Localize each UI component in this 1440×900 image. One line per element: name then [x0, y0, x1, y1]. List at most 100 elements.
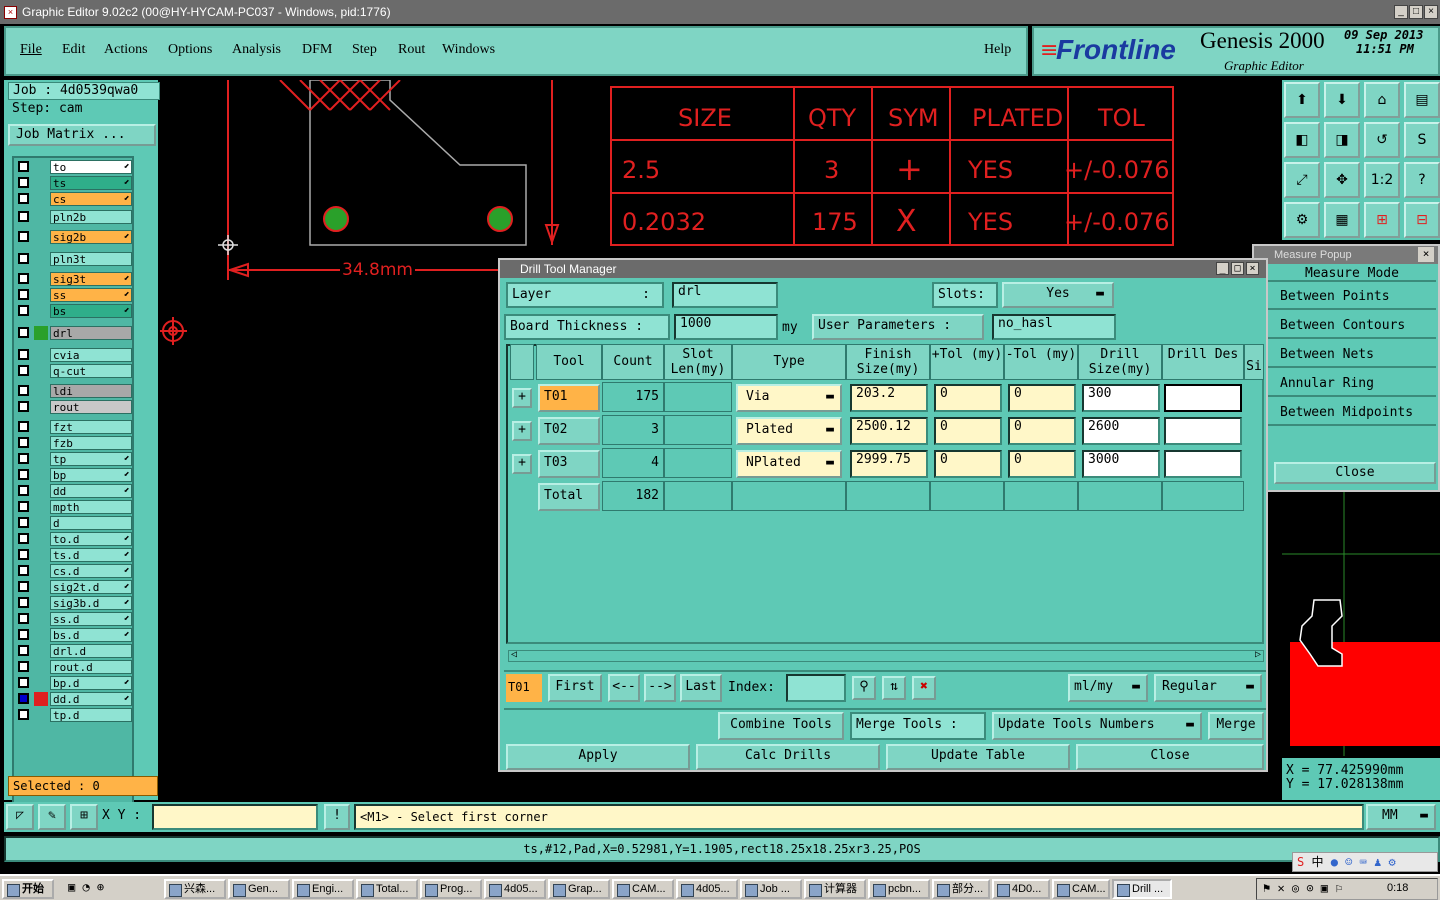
layer-checkbox[interactable]: [18, 549, 29, 560]
ime-chinese-mode[interactable]: 中: [1311, 855, 1323, 869]
layer-checkbox[interactable]: [18, 533, 29, 544]
layer-checkbox[interactable]: [18, 517, 29, 528]
layer-checkbox[interactable]: [18, 253, 29, 264]
layer-row[interactable]: fzt: [16, 420, 134, 434]
layer-checkbox[interactable]: [18, 193, 29, 204]
task-button[interactable]: CAM...: [1052, 879, 1110, 899]
plus-tol-input[interactable]: 0: [934, 417, 1002, 445]
start-button[interactable]: 开始: [2, 879, 54, 899]
layer-name[interactable]: fzt: [50, 420, 132, 434]
grid-icon[interactable]: ▦: [1324, 202, 1360, 238]
layer-row[interactable]: cvia: [16, 348, 134, 362]
draw-icon[interactable]: ✎: [38, 804, 66, 830]
total-button[interactable]: Total: [538, 483, 600, 511]
fit-window-icon[interactable]: ⤢: [1284, 162, 1320, 198]
layer-row[interactable]: ts.d ⬋: [16, 548, 134, 562]
pan-right-icon[interactable]: ◨: [1324, 122, 1360, 158]
measure-between-nets[interactable]: Between Nets: [1268, 342, 1436, 368]
expand-row-icon[interactable]: +: [512, 388, 532, 408]
units-mm-dropdown[interactable]: MM ▬: [1366, 804, 1436, 830]
update-table-button[interactable]: Update Table: [886, 744, 1070, 770]
layer-checkbox[interactable]: [18, 161, 29, 172]
drill-des-input[interactable]: [1164, 450, 1242, 478]
swap-icon[interactable]: ⇅: [882, 676, 906, 700]
layer-checkbox[interactable]: [18, 677, 29, 688]
help-icon[interactable]: ?: [1404, 162, 1440, 198]
layer-name[interactable]: d: [50, 516, 132, 530]
menu-dfm[interactable]: DFM: [302, 42, 332, 58]
layer-row[interactable]: sig2b ⬋: [16, 230, 134, 244]
layer-checkbox[interactable]: [18, 177, 29, 188]
layer-row[interactable]: fzb: [16, 436, 134, 450]
layer-checkbox[interactable]: [18, 645, 29, 656]
task-button[interactable]: 4d05...: [484, 879, 546, 899]
layer-name[interactable]: pln2b: [50, 210, 132, 224]
prev-button[interactable]: <--: [608, 674, 640, 702]
measure-close-button[interactable]: Close: [1274, 462, 1436, 484]
delete-icon[interactable]: ✖: [912, 676, 936, 700]
horizontal-scrollbar[interactable]: ◁ ▷: [508, 649, 1264, 662]
task-button[interactable]: 4d05...: [676, 879, 738, 899]
layer-row[interactable]: tp.d: [16, 708, 134, 722]
job-matrix-button[interactable]: Job Matrix ...: [8, 124, 156, 146]
layer-name[interactable]: dd.d: [50, 692, 132, 706]
layer-row[interactable]: sig3b.d ⬋: [16, 596, 134, 610]
units-dropdown[interactable]: ml/my ▬: [1068, 674, 1148, 702]
layer-checkbox[interactable]: [18, 453, 29, 464]
task-button[interactable]: 计算器: [804, 879, 866, 899]
scale-1-2-icon[interactable]: 1:2: [1364, 162, 1400, 198]
pan-left-icon[interactable]: ◧: [1284, 122, 1320, 158]
task-button[interactable]: Total...: [356, 879, 418, 899]
layer-checkbox[interactable]: [18, 289, 29, 300]
layer-row[interactable]: ss.d ⬋: [16, 612, 134, 626]
type-dropdown[interactable]: Plated ▬: [736, 417, 842, 445]
layer-name[interactable]: sig2t.d: [50, 580, 132, 594]
layer-row[interactable]: sig2t.d ⬋: [16, 580, 134, 594]
layer-row[interactable]: bp ⬋: [16, 468, 134, 482]
layer-checkbox[interactable]: [18, 349, 29, 360]
layer-name[interactable]: ts: [50, 176, 132, 190]
dtm-close-icon[interactable]: ×: [1246, 262, 1259, 275]
layer-row[interactable]: ss ⬋: [16, 288, 134, 302]
layer-name[interactable]: q-cut: [50, 364, 132, 378]
minus-tol-input[interactable]: 0: [1008, 384, 1076, 412]
task-button[interactable]: Gen...: [228, 879, 290, 899]
layer-name[interactable]: cs: [50, 192, 132, 206]
layer-name[interactable]: cs.d: [50, 564, 132, 578]
layer-input[interactable]: drl: [672, 282, 778, 308]
home-icon[interactable]: ⌂: [1364, 82, 1400, 118]
layer-row[interactable]: cs ⬋: [16, 192, 134, 206]
menu-edit[interactable]: Edit: [62, 42, 85, 58]
last-button[interactable]: Last: [680, 674, 722, 702]
board-thickness-input[interactable]: 1000: [674, 314, 778, 340]
task-button[interactable]: CAM...: [612, 879, 674, 899]
layer-row[interactable]: ts ⬋: [16, 176, 134, 190]
dtm-minimize-button[interactable]: _: [1216, 262, 1229, 275]
dtm-maximize-button[interactable]: □: [1231, 262, 1244, 275]
tool-t01-button[interactable]: T01: [538, 384, 600, 412]
drill-size-input[interactable]: 300: [1082, 384, 1160, 412]
layer-checkbox[interactable]: [18, 613, 29, 624]
window-split-icon[interactable]: ▤: [1404, 82, 1440, 118]
menu-options[interactable]: Options: [168, 42, 212, 58]
layer-checkbox[interactable]: [18, 581, 29, 592]
measure-between-midpoints[interactable]: Between Midpoints: [1268, 400, 1436, 426]
layer-name[interactable]: pln3t: [50, 252, 132, 266]
alert-icon[interactable]: !: [324, 804, 350, 830]
layer-checkbox[interactable]: [18, 693, 29, 704]
layer-row[interactable]: pln2b: [16, 210, 134, 224]
calc-drills-button[interactable]: Calc Drills: [696, 744, 880, 770]
layer-name[interactable]: bp: [50, 468, 132, 482]
layer-row[interactable]: ldi: [16, 384, 134, 398]
task-button[interactable]: 4D0...: [992, 879, 1050, 899]
type-dropdown[interactable]: NPlated ▬: [736, 450, 842, 478]
tool-t03-button[interactable]: T03: [538, 450, 600, 478]
grid-snap-icon[interactable]: ⊞: [70, 804, 98, 830]
slots-dropdown[interactable]: Yes ▬: [1002, 282, 1114, 308]
drill-des-input[interactable]: [1164, 417, 1242, 445]
measure-icon[interactable]: ⊞: [1364, 202, 1400, 238]
plus-tol-input[interactable]: 0: [934, 384, 1002, 412]
layer-name[interactable]: cvia: [50, 348, 132, 362]
layer-name[interactable]: bs: [50, 304, 132, 318]
layer-row[interactable]: q-cut: [16, 364, 134, 378]
